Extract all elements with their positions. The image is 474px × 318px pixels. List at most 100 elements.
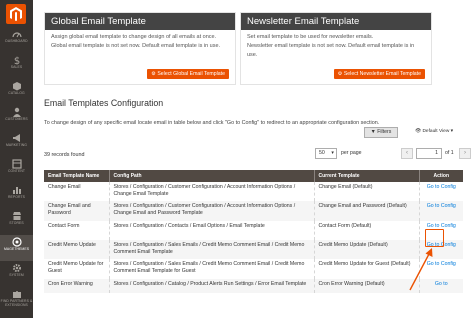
eye-icon: 👁 [415, 129, 422, 134]
sidebar-item-content[interactable]: CONTENT [0, 157, 33, 183]
store-icon [12, 212, 21, 220]
cell-path: Stores / Configuration / Contacts / Emai… [109, 221, 315, 240]
filters-button[interactable]: ▼ Filters [364, 127, 398, 138]
filter-icon: ▼ [370, 129, 376, 135]
go-to-config-link[interactable]: Go to [435, 281, 448, 287]
gear-icon [12, 264, 21, 272]
sidebar-item-label: CATALOG [8, 91, 25, 95]
select-newsletter-template-button[interactable]: ⚙ Select Newsletter Email Template [333, 69, 425, 79]
cell-name: Credit Memo Update for Guest [44, 259, 110, 279]
per-page-value: 50 [319, 150, 325, 156]
newsletter-template-description: Set email template to be used for newsle… [241, 30, 431, 60]
select-global-template-label: Select Global Email Template [157, 71, 225, 77]
highlight-box [425, 229, 444, 247]
section-title: Email Templates Configuration [44, 98, 164, 108]
cell-name: Contact Form [44, 221, 110, 240]
sidebar-item-label: SALES [10, 65, 23, 69]
main-content: Global Email Template Assign global emai… [33, 0, 474, 318]
cell-current: Change Email (Default) [314, 182, 420, 201]
select-newsletter-template-label: Select Newsletter Email Template [343, 71, 421, 77]
table-row: Credit Memo Update Stores / Configuratio… [44, 240, 463, 259]
cell-path: Stores / Configuration / Sales Emails / … [109, 259, 315, 279]
person-icon [12, 107, 21, 117]
global-template-title: Global Email Template [45, 13, 235, 30]
filters-label: Filters [377, 129, 392, 135]
sidebar-item-system[interactable]: SYSTEM [0, 261, 33, 287]
cell-name: Cron Error Warning [44, 279, 110, 293]
magento-logo-mark [10, 7, 22, 21]
cell-current: Contact Form (Default) [314, 221, 420, 240]
go-to-config-link[interactable]: Go to Config [427, 203, 456, 209]
cell-action: Go to Config [419, 259, 463, 279]
chevron-left-icon: ‹ [406, 150, 408, 156]
section-description: To change design of any specific email l… [44, 120, 380, 126]
sidebar-item-customers[interactable]: CUSTOMERS [0, 105, 33, 131]
cell-path: Stores / Configuration / Catalog / Produ… [109, 279, 315, 293]
magento-logo[interactable] [6, 4, 26, 24]
per-page-select[interactable]: 50 ▾ [315, 148, 337, 159]
go-to-config-link[interactable]: Go to Config [427, 184, 456, 190]
next-page-button[interactable]: › [459, 148, 471, 159]
global-template-line-1: Assign global email template to change d… [51, 34, 217, 40]
gear-icon: ⚙ [337, 71, 343, 77]
cell-current: Change Email and Password (Default) [314, 201, 420, 221]
sidebar-item-label: MAGETHEMES [3, 247, 30, 251]
cell-current: Credit Memo Update for Guest (Default) [314, 259, 420, 279]
cell-current: Credit Memo Update (Default) [314, 240, 420, 259]
sidebar-item-catalog[interactable]: CATALOG [0, 79, 33, 105]
sidebar-item-sales[interactable]: $ SALES [0, 53, 33, 79]
chevron-down-icon: ▾ [331, 150, 334, 156]
puzzle-icon [12, 291, 21, 298]
sidebar-item-find-partners[interactable]: FIND PARTNERS & EXTENSIONS [0, 287, 33, 318]
default-view-dropdown[interactable]: 👁 Default View ▾ [415, 129, 453, 134]
sidebar-item-label: STORES [9, 221, 24, 225]
table-row: Contact Form Stores / Configuration / Co… [44, 221, 463, 240]
prev-page-button[interactable]: ‹ [401, 148, 413, 159]
sidebar-item-reports[interactable]: REPORTS [0, 183, 33, 209]
sidebar-item-dashboard[interactable]: DASHBOARD [0, 27, 33, 53]
chevron-down-icon: ▾ [450, 129, 454, 134]
sidebar-item-label: FIND PARTNERS & EXTENSIONS [0, 299, 33, 307]
sidebar-item-label: CUSTOMERS [5, 117, 28, 121]
newsletter-template-line-1: Set email template to be used for newsle… [247, 34, 374, 40]
sidebar-item-marketing[interactable]: MARKETING [0, 131, 33, 157]
column-header-path[interactable]: Config Path [109, 170, 315, 182]
dollar-icon: $ [13, 56, 19, 65]
cell-current: Cron Error Warning (Default) [314, 279, 420, 293]
box-icon [12, 82, 21, 91]
gauge-icon [11, 32, 22, 38]
per-page-label: per page [341, 150, 362, 156]
table-row: Change Email Stores / Configuration / Cu… [44, 182, 463, 201]
sidebar-item-label: MARKETING [5, 143, 28, 147]
cell-path: Stores / Configuration / Sales Emails / … [109, 240, 315, 259]
sidebar-item-stores[interactable]: STORES [0, 209, 33, 235]
cell-name: Change Email [44, 182, 110, 201]
admin-page: DASHBOARD $ SALES CATALOG CUSTOMERS MARK… [0, 0, 474, 318]
column-header-current[interactable]: Current Template [314, 170, 420, 182]
table-row: Change Email and Password Stores / Confi… [44, 201, 463, 221]
megaphone-icon [12, 134, 20, 142]
cell-path: Stores / Configuration / Customer Config… [109, 201, 315, 221]
table-row: Credit Memo Update for Guest Stores / Co… [44, 259, 463, 279]
cell-action: Go to [419, 279, 463, 293]
table-header-row: Email Template Name Config Path Current … [44, 170, 463, 182]
layout-icon [11, 159, 22, 169]
gear-icon: ⚙ [151, 71, 156, 77]
sidebar-item-magethemes[interactable]: MAGETHEMES [0, 235, 33, 261]
newsletter-template-line-2: Newsletter email template is not set now… [247, 43, 415, 58]
page-total: of 1 [445, 150, 454, 156]
global-template-card: Global Email Template Assign global emai… [44, 12, 236, 85]
admin-sidebar: DASHBOARD $ SALES CATALOG CUSTOMERS MARK… [0, 0, 33, 318]
sidebar-item-label: CONTENT [7, 169, 26, 173]
magethemes-icon [11, 237, 22, 247]
global-template-line-2: Global email template is not set now. De… [51, 43, 221, 49]
newsletter-template-card: Newsletter Email Template Set email temp… [240, 12, 432, 85]
select-global-template-button[interactable]: ⚙ Select Global Email Template [147, 69, 229, 79]
sidebar-item-label: DASHBOARD [5, 39, 28, 43]
page-number-input[interactable]: 1 [416, 148, 442, 159]
records-count: 39 records found [44, 152, 85, 158]
column-header-name[interactable]: Email Template Name [44, 170, 110, 182]
global-template-description: Assign global email template to change d… [45, 30, 235, 51]
sidebar-item-label: SYSTEM [9, 273, 24, 277]
go-to-config-link[interactable]: Go to Config [427, 261, 456, 267]
